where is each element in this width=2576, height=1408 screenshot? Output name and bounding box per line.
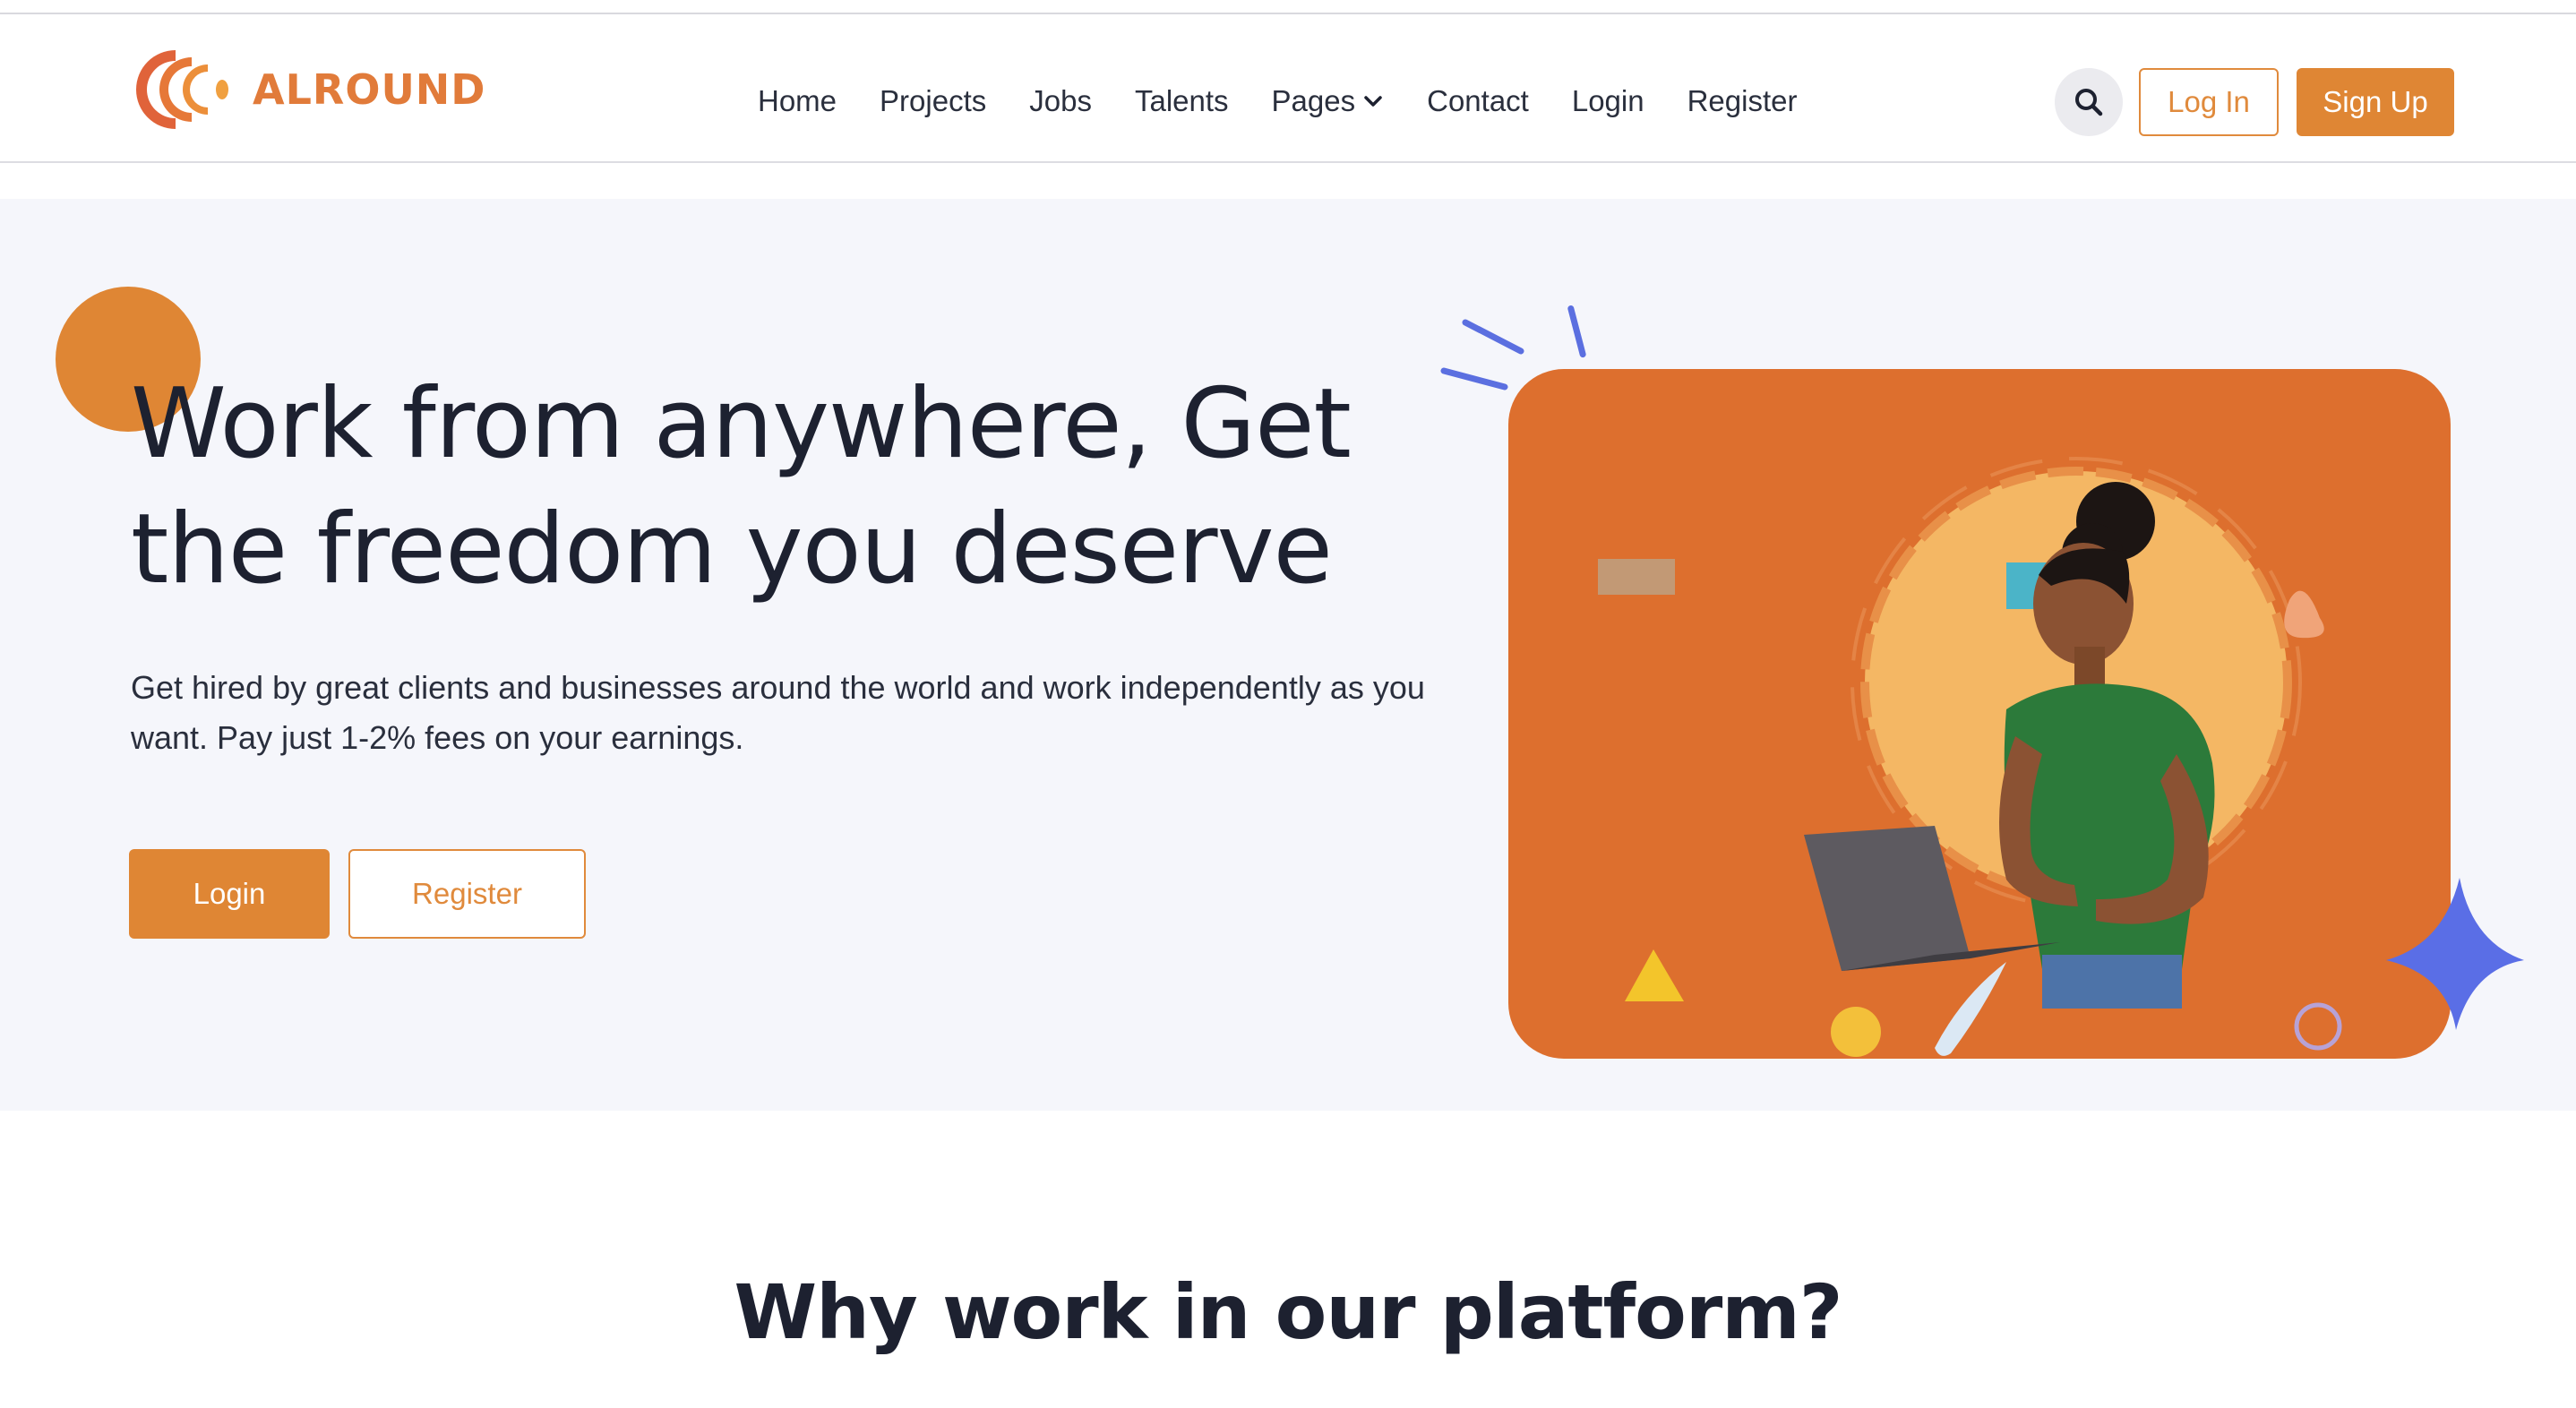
brand-logo[interactable]: ALROUND xyxy=(133,45,485,134)
nav-jobs[interactable]: Jobs xyxy=(1029,84,1092,118)
hero-section: Work from anywhere, Get the freedom you … xyxy=(0,199,2576,1111)
chevron-down-icon xyxy=(1364,96,1382,107)
header-login-button[interactable]: Log In xyxy=(2139,68,2279,136)
nav-talents[interactable]: Talents xyxy=(1135,84,1229,118)
hero-subtitle: Get hired by great clients and businesse… xyxy=(131,669,1425,756)
search-icon xyxy=(2075,89,2103,116)
header-signup-button[interactable]: Sign Up xyxy=(2297,68,2454,136)
hero-register-button[interactable]: Register xyxy=(348,849,586,939)
brush-stroke-shape xyxy=(1598,559,1675,595)
site-header: ALROUND Home Projects Jobs Talents Pages… xyxy=(0,14,2576,163)
nav-login[interactable]: Login xyxy=(1572,84,1644,118)
nav-register[interactable]: Register xyxy=(1687,84,1798,118)
logo-mark-icon xyxy=(136,50,228,129)
search-button[interactable] xyxy=(2055,68,2123,136)
nav-home[interactable]: Home xyxy=(758,84,837,118)
hero-title: Work from anywhere, Get the freedom you … xyxy=(131,368,1352,605)
main-nav: Home Projects Jobs Talents Pages Contact… xyxy=(758,64,1797,138)
nav-pages-label: Pages xyxy=(1271,84,1356,117)
section-title: Why work in our platform? xyxy=(734,1268,1842,1356)
nav-contact[interactable]: Contact xyxy=(1427,84,1529,118)
brand-name: ALROUND xyxy=(253,65,486,114)
top-border xyxy=(0,0,2576,14)
nav-pages[interactable]: Pages xyxy=(1272,84,1385,118)
hero-illustration xyxy=(1440,305,2524,1059)
nav-projects[interactable]: Projects xyxy=(880,84,986,118)
hero-login-button[interactable]: Login xyxy=(129,849,330,939)
yellow-dot-shape xyxy=(1831,1007,1881,1057)
